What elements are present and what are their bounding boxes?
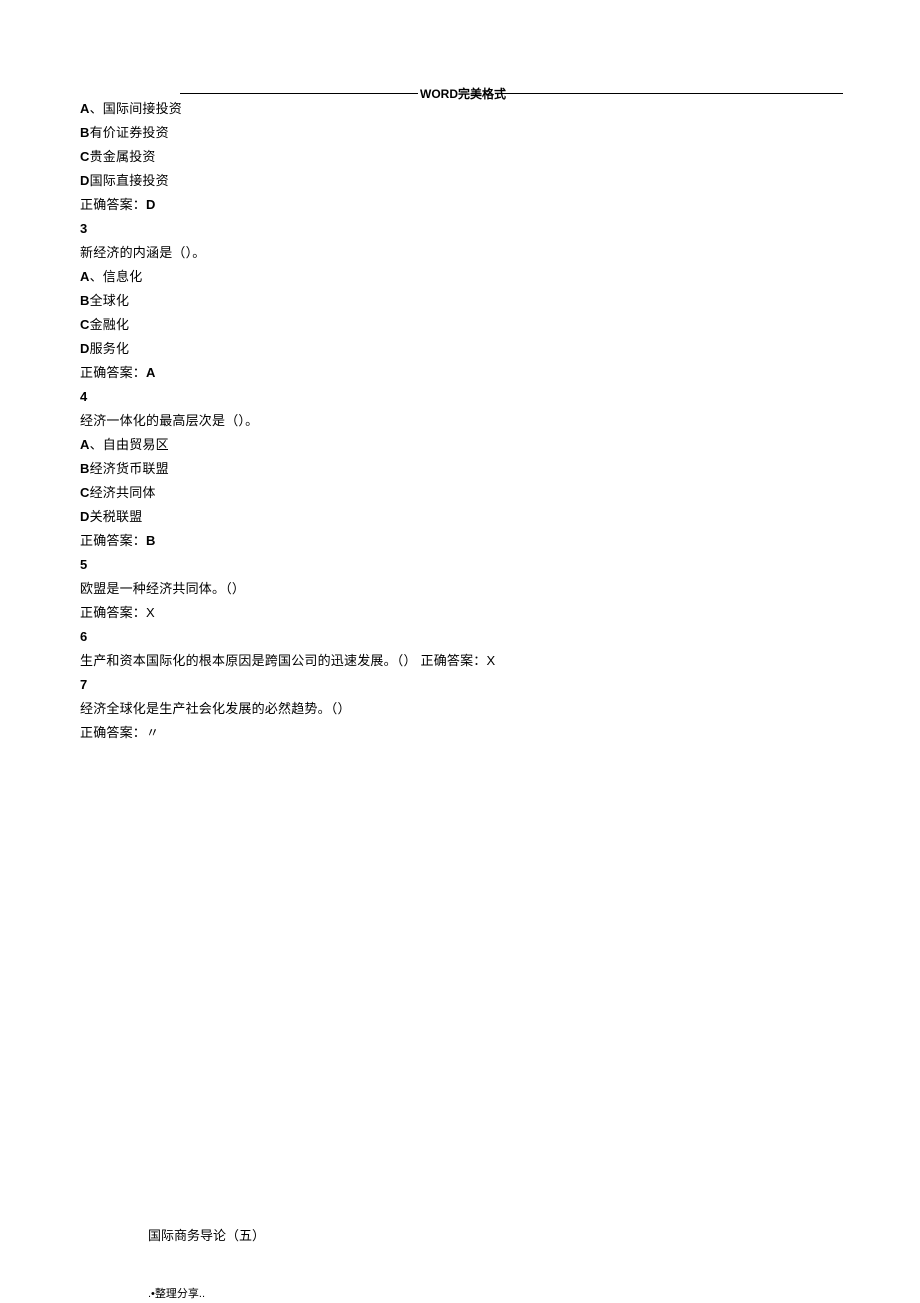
- option-letter: C: [80, 317, 90, 332]
- option-letter: B: [80, 125, 90, 140]
- option-text: 、国际间接投资: [90, 101, 182, 116]
- option-text: 关税联盟: [90, 509, 143, 524]
- option-letter: A: [80, 437, 90, 452]
- page-footer: .•整理分享..: [148, 1285, 205, 1301]
- question-text: 生产和资本国际化的根本原因是跨国公司的迅速发展。（） 正确答案：: [80, 653, 487, 668]
- answer-value: D: [146, 197, 156, 212]
- option-letter: C: [80, 149, 90, 164]
- option-letter: D: [80, 173, 90, 188]
- option-text: 服务化: [90, 341, 130, 356]
- option-letter: A: [80, 101, 90, 116]
- option-line: D服务化: [80, 337, 840, 361]
- answer-prefix: 正确答案：: [80, 533, 146, 548]
- question-number: 6: [80, 625, 840, 649]
- question-text-inline-answer: 生产和资本国际化的根本原因是跨国公司的迅速发展。（） 正确答案：X: [80, 649, 840, 673]
- question-text: 经济一体化的最高层次是（）。: [80, 409, 840, 433]
- answer-line: 正确答案：A: [80, 361, 840, 385]
- page-header: WORD完美格式: [0, 0, 920, 97]
- option-line: A、自由贸易区: [80, 433, 840, 457]
- question-text: 欧盟是一种经济共同体。（）: [80, 577, 840, 601]
- option-line: A、信息化: [80, 265, 840, 289]
- option-text: 经济货币联盟: [90, 461, 169, 476]
- answer-line: 正确答案：X: [80, 601, 840, 625]
- option-line: C经济共同体: [80, 481, 840, 505]
- document-body: A、国际间接投资 B有价证券投资 C贵金属投资 D国际直接投资 正确答案：D 3…: [0, 97, 920, 745]
- question-text: 新经济的内涵是（）。: [80, 241, 840, 265]
- option-line: C贵金属投资: [80, 145, 840, 169]
- header-rule-left: [180, 93, 418, 94]
- option-text: 、自由贸易区: [90, 437, 169, 452]
- option-line: D国际直接投资: [80, 169, 840, 193]
- option-text: 金融化: [90, 317, 130, 332]
- answer-value: A: [146, 365, 156, 380]
- option-text: 有价证券投资: [90, 125, 169, 140]
- option-text: 国际直接投资: [90, 173, 169, 188]
- option-text: 贵金属投资: [90, 149, 156, 164]
- option-text: 经济共同体: [90, 485, 156, 500]
- question-number: 5: [80, 553, 840, 577]
- option-letter: A: [80, 269, 90, 284]
- answer-prefix: 正确答案：: [80, 365, 146, 380]
- answer-line: 正确答案：B: [80, 529, 840, 553]
- option-line: B经济货币联盟: [80, 457, 840, 481]
- header-title: WORD完美格式: [420, 85, 506, 102]
- question-number: 7: [80, 673, 840, 697]
- option-letter: C: [80, 485, 90, 500]
- option-letter: D: [80, 341, 90, 356]
- answer-prefix: 正确答案：: [80, 605, 146, 620]
- document-page: WORD完美格式 A、国际间接投资 B有价证券投资 C贵金属投资 D国际直接投资…: [0, 0, 920, 1303]
- question-number: 3: [80, 217, 840, 241]
- option-line: B全球化: [80, 289, 840, 313]
- section-heading: 国际商务导论（五）: [148, 1225, 265, 1244]
- option-line: C金融化: [80, 313, 840, 337]
- option-line: D关税联盟: [80, 505, 840, 529]
- option-letter: B: [80, 461, 90, 476]
- answer-value: B: [146, 533, 156, 548]
- answer-prefix: 正确答案：: [80, 197, 146, 212]
- option-text: 全球化: [90, 293, 130, 308]
- option-letter: D: [80, 509, 90, 524]
- answer-line: 正确答案：〃: [80, 721, 840, 745]
- question-text: 经济全球化是生产社会化发展的必然趋势。（）: [80, 697, 840, 721]
- answer-value: X: [487, 653, 496, 668]
- option-text: 、信息化: [90, 269, 143, 284]
- option-letter: B: [80, 293, 90, 308]
- option-line: B有价证券投资: [80, 121, 840, 145]
- answer-value: X: [146, 605, 155, 620]
- question-number: 4: [80, 385, 840, 409]
- answer-line: 正确答案：D: [80, 193, 840, 217]
- header-rule-right: [500, 93, 843, 94]
